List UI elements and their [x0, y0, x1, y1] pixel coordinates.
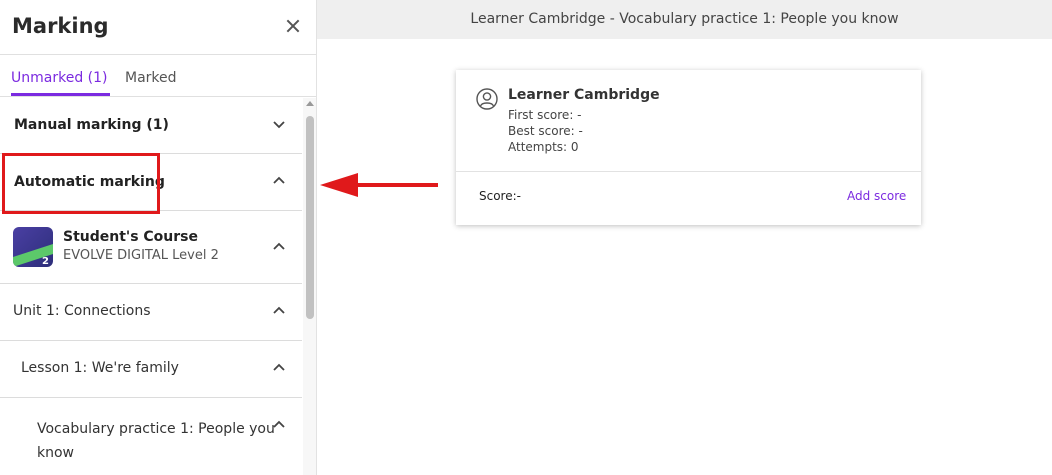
tree-item-lesson[interactable]: Lesson 1: We're family: [0, 341, 302, 398]
user-icon: [476, 88, 498, 110]
add-score-link[interactable]: Add score: [847, 189, 906, 203]
chevron-up-icon[interactable]: [272, 420, 286, 430]
course-icon-number: 2: [42, 256, 49, 267]
chevron-up-icon[interactable]: [272, 306, 286, 316]
chevron-up-icon[interactable]: [272, 176, 286, 186]
scrollbar-thumb[interactable]: [306, 116, 314, 319]
tab-marked[interactable]: Marked: [125, 70, 177, 86]
course-title: Student's Course: [63, 229, 199, 245]
marking-tabs: Unmarked (1) Marked: [0, 55, 316, 97]
marking-sidebar: Marking Unmarked (1) Marked Manual marki…: [0, 0, 317, 475]
page-title: Learner Cambridge - Vocabulary practice …: [470, 11, 899, 27]
sidebar-title: Marking: [12, 14, 109, 38]
chevron-down-icon[interactable]: [272, 120, 286, 130]
sidebar-header: Marking: [0, 0, 316, 55]
main-header: Learner Cambridge - Vocabulary practice …: [317, 0, 1052, 39]
unit-label: Unit 1: Connections: [13, 303, 151, 319]
tree-item-activity[interactable]: Vocabulary practice 1: People you know: [0, 398, 302, 475]
attempts: Attempts: 0: [508, 140, 579, 154]
close-icon[interactable]: [284, 17, 302, 35]
course-item[interactable]: 2 Student's Course EVOLVE DIGITAL Level …: [0, 211, 302, 284]
first-score: First score: -: [508, 108, 582, 122]
chevron-up-icon[interactable]: [272, 242, 286, 252]
section-manual-marking-label: Manual marking (1): [14, 117, 169, 133]
active-tab-indicator: [11, 93, 110, 96]
course-subtitle: EVOLVE DIGITAL Level 2: [63, 248, 219, 263]
activity-label-line2: know: [37, 445, 74, 461]
annotation-arrow-icon: [320, 173, 438, 197]
lesson-label: Lesson 1: We're family: [21, 360, 179, 376]
activity-label-line1: Vocabulary practice 1: People you: [37, 421, 275, 437]
learner-card: Learner Cambridge First score: - Best sc…: [456, 70, 921, 225]
tree-item-unit[interactable]: Unit 1: Connections: [0, 284, 302, 341]
best-score: Best score: -: [508, 124, 583, 138]
learner-name: Learner Cambridge: [508, 87, 660, 103]
annotation-highlight-box: [2, 153, 160, 214]
tab-unmarked[interactable]: Unmarked (1): [11, 70, 107, 86]
course-icon: 2: [13, 227, 53, 267]
score-label: Score:-: [479, 189, 521, 203]
chevron-up-icon[interactable]: [272, 363, 286, 373]
card-divider: [456, 171, 921, 172]
activity-label: Vocabulary practice 1: People you know: [37, 417, 275, 465]
section-manual-marking[interactable]: Manual marking (1): [0, 97, 302, 154]
scroll-up-arrow-icon[interactable]: [306, 101, 314, 106]
main-panel: Learner Cambridge - Vocabulary practice …: [317, 0, 1052, 475]
